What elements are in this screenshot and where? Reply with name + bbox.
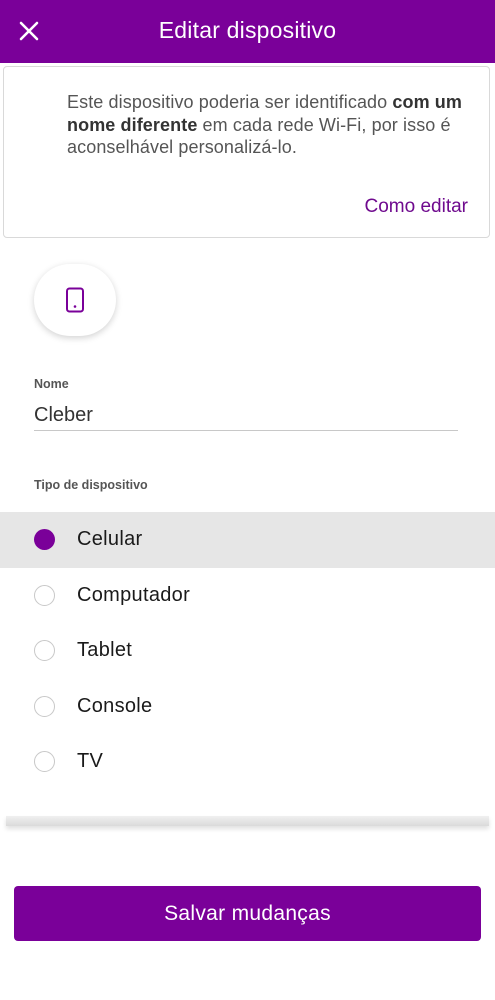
option-tablet[interactable]: Tablet [0, 623, 495, 679]
device-icon-button[interactable] [34, 264, 116, 336]
smartphone-icon [66, 287, 84, 313]
option-celular[interactable]: Celular [0, 512, 495, 568]
radio-unselected[interactable] [34, 584, 55, 606]
option-console[interactable]: Console [0, 679, 495, 735]
radio-selected[interactable] [34, 529, 55, 551]
name-label: Nome [34, 377, 69, 391]
option-label: TV [77, 750, 104, 773]
radio-unselected[interactable] [34, 640, 55, 662]
save-button[interactable]: Salvar mudanças [14, 886, 481, 941]
page-title: Editar dispositivo [158, 17, 337, 43]
option-label: Computador [77, 583, 191, 606]
divider [6, 816, 489, 826]
option-tv[interactable]: TV [0, 734, 495, 790]
option-computador[interactable]: Computador [0, 568, 495, 624]
how-to-edit-link[interactable]: Como editar [365, 196, 469, 218]
option-label: Tablet [77, 639, 133, 662]
info-text: Este dispositivo poderia ser identificad… [67, 92, 463, 157]
option-label: Console [77, 694, 153, 717]
name-input[interactable] [34, 400, 458, 431]
radio-unselected[interactable] [34, 695, 55, 717]
device-type-label: Tipo de dispositivo [34, 478, 148, 492]
app-header: Editar dispositivo [0, 0, 495, 63]
radio-unselected[interactable] [34, 751, 55, 773]
device-type-options: Celular Computador Tablet Console TV [0, 512, 495, 790]
info-card: Este dispositivo poderia ser identificad… [3, 66, 490, 238]
option-label: Celular [77, 528, 143, 551]
